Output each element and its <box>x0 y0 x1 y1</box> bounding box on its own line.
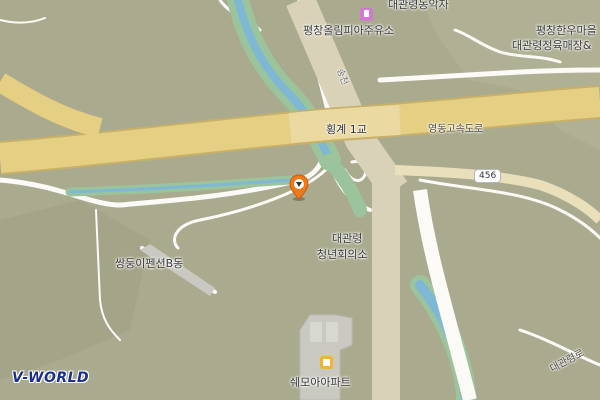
meat-shop-label-line1[interactable]: 평창한우마을 <box>536 22 597 38</box>
place-label-partial: 대관령농악자 <box>388 0 449 11</box>
expressway-label[interactable]: 영동고속도로 <box>428 120 483 135</box>
bridge-label[interactable]: 횡계 1교 <box>326 121 367 137</box>
youth-hall-label-line2[interactable]: 청년회의소 <box>317 246 368 262</box>
youth-hall-label-line1[interactable]: 대관령 <box>332 230 362 246</box>
apartment-label[interactable]: 쉐모아아파트 <box>290 374 351 390</box>
meat-shop-label-line2[interactable]: 대관령정육매장& <box>512 37 591 53</box>
route-shield[interactable]: 456 <box>474 169 502 183</box>
building <box>326 322 338 342</box>
apartment-icon[interactable] <box>320 356 333 369</box>
building <box>310 322 322 342</box>
gas-station-label[interactable]: 평창올림피아주유소 <box>303 22 394 38</box>
map-canvas[interactable]: 대관령농악자 평창올림피아주유소 평창한우마을 대관령정육매장& 송천 횡계 1… <box>0 0 600 400</box>
provider-logo: V-WORLD <box>12 370 90 386</box>
location-pin-icon[interactable] <box>289 174 309 202</box>
gas-station-icon[interactable] <box>360 8 373 21</box>
pension-label[interactable]: 쌍둥이펜션B동 <box>115 255 183 271</box>
